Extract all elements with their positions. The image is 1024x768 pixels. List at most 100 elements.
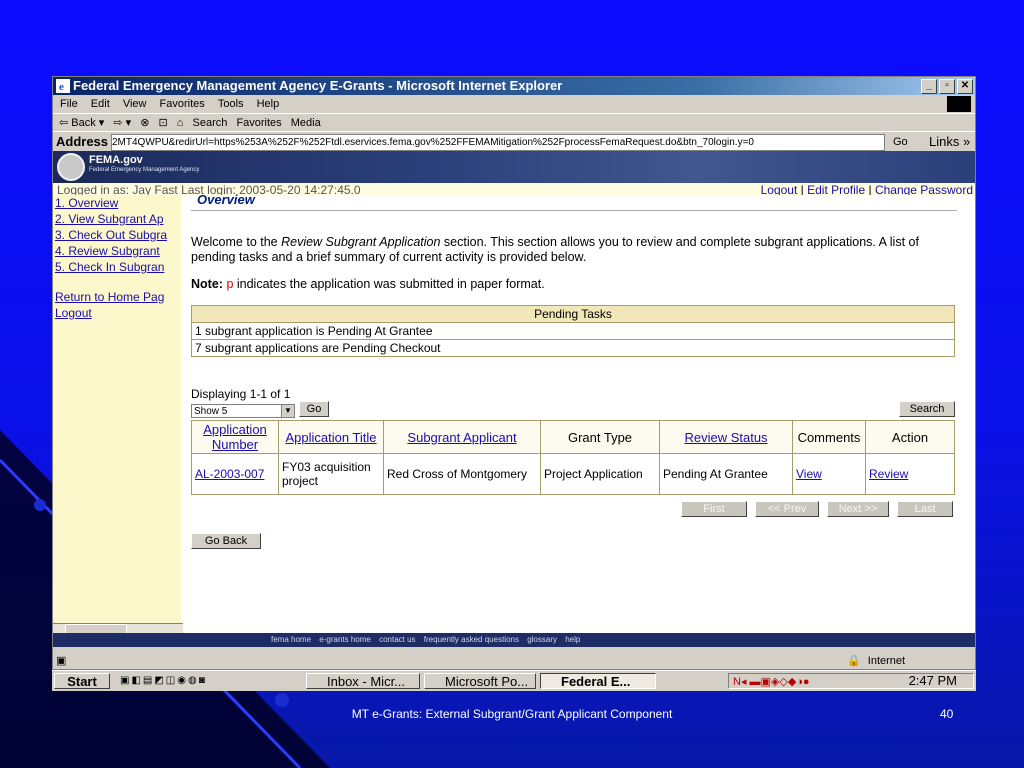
taskbar: Start ▣◧▤◩◫◉◍◙ Inbox - Micr... Microsoft… [52, 670, 976, 691]
slide-number: 40 [940, 707, 954, 721]
page-icon: ▣ [56, 655, 67, 667]
address-go-button[interactable]: Go [893, 132, 908, 152]
menu-favorites[interactable]: Favorites [160, 98, 205, 110]
column-comments: Comments [792, 420, 866, 454]
media-button[interactable]: Media [291, 117, 321, 129]
sidebar-item-review-subgrant[interactable]: 4. Review Subgrant [53, 243, 181, 259]
tray-icons: N◂ ▬▣◈◇◆◑● [733, 676, 810, 688]
grant-type: Project Application [540, 453, 660, 495]
displaying-count: Displaying 1-1 of 1 [191, 387, 291, 401]
menu-help[interactable]: Help [257, 98, 280, 110]
window-title: Federal Emergency Management Agency E-Gr… [73, 78, 563, 93]
system-tray: N◂ ▬▣◈◇◆◑● 2:47 PM [728, 673, 974, 689]
sidebar-item-check-out[interactable]: 3. Check Out Subgra [53, 227, 181, 243]
go-button[interactable]: Go [299, 401, 329, 417]
footer-help[interactable]: help [565, 635, 580, 644]
sidebar: 1. Overview 2. View Subgrant Ap 3. Check… [53, 195, 181, 633]
logout-link[interactable]: Logout [761, 183, 798, 195]
main-content: Overview Welcome to the Review Subgrant … [191, 192, 957, 633]
browser-window: e Federal Emergency Management Agency E-… [52, 76, 976, 670]
first-page-button[interactable]: First [681, 501, 747, 517]
edit-profile-link[interactable]: Edit Profile [807, 183, 865, 195]
application-title: FY03 acquisition project [278, 453, 384, 495]
task-federal-egrants[interactable]: Federal E... [540, 673, 656, 689]
menu-bar: File Edit View Favorites Tools Help [53, 95, 975, 113]
application-number-link[interactable]: AL-2003-007 [195, 467, 264, 481]
search-button[interactable]: Search [193, 117, 228, 129]
prev-page-button[interactable]: << Prev [755, 501, 819, 517]
sidebar-item-overview[interactable]: 1. Overview [53, 195, 181, 211]
review-link[interactable]: Review [869, 467, 908, 481]
view-comments-link[interactable]: View [796, 467, 822, 481]
pending-tasks-header: Pending Tasks [191, 305, 955, 323]
task-inbox[interactable]: Inbox - Micr... [306, 673, 420, 689]
links-button[interactable]: Links » [929, 132, 970, 152]
last-page-button[interactable]: Last [897, 501, 953, 517]
pending-task-row: 1 subgrant application is Pending At Gra… [191, 322, 955, 340]
back-button[interactable]: ⇦ Back ▾ [59, 117, 104, 129]
chevron-down-icon: ▼ [281, 405, 294, 417]
subgrant-applicant: Red Cross of Montgomery [383, 453, 541, 495]
change-password-link[interactable]: Change Password [875, 183, 973, 195]
go-back-button[interactable]: Go Back [191, 533, 261, 549]
footer-glossary[interactable]: glossary [527, 635, 557, 644]
task-powerpoint[interactable]: Microsoft Po... [424, 673, 536, 689]
address-input[interactable]: 2MT4QWPU&redirUrl=https%253A%252F%252Ftd… [111, 134, 885, 151]
quick-launch: ▣◧▤◩◫◉◍◙ [120, 675, 207, 686]
menu-edit[interactable]: Edit [91, 98, 110, 110]
title-bar: e Federal Emergency Management Agency E-… [53, 77, 975, 95]
sort-application-title[interactable]: Application Title [285, 430, 376, 445]
table-row: AL-2003-007 FY03 acquisition project Red… [191, 453, 955, 495]
home-button[interactable]: ⌂ [177, 117, 184, 129]
zone-label: Internet [867, 655, 906, 667]
sidebar-item-view-subgrant[interactable]: 2. View Subgrant Ap [53, 211, 181, 227]
footer-contact-us[interactable]: contact us [379, 635, 415, 644]
stop-button[interactable]: ⊗ [140, 117, 149, 129]
footer-egrants-home[interactable]: e-grants home [319, 635, 371, 644]
fema-banner: FEMA.gov Federal Emergency Management Ag… [53, 151, 975, 183]
lock-icon: 🔒 [847, 655, 861, 667]
page-size-select[interactable]: Show 5 ▼ [191, 404, 295, 418]
forward-button[interactable]: ⇨ ▾ [113, 117, 131, 129]
fema-logo[interactable]: FEMA.gov [89, 154, 143, 166]
web-page: FEMA.gov Federal Emergency Management Ag… [53, 151, 975, 633]
sort-application-number[interactable]: Application Number [203, 422, 267, 452]
windows-logo-icon [947, 96, 971, 112]
address-label: Address [56, 134, 109, 149]
fema-subtitle: Federal Emergency Management Agency [89, 167, 200, 173]
review-status: Pending At Grantee [659, 453, 793, 495]
footer-nav: fema home e-grants home contact us frequ… [53, 633, 975, 647]
sidebar-item-logout[interactable]: Logout [53, 305, 181, 321]
svg-text:e: e [59, 81, 64, 93]
sidebar-item-check-in[interactable]: 5. Check In Subgran [53, 259, 181, 275]
sort-review-status[interactable]: Review Status [684, 430, 767, 445]
favorites-button[interactable]: Favorites [236, 117, 281, 129]
menu-tools[interactable]: Tools [218, 98, 244, 110]
search-results-button[interactable]: Search [899, 401, 955, 417]
page-title: Overview [197, 192, 255, 207]
sort-subgrant-applicant[interactable]: Subgrant Applicant [407, 430, 516, 445]
close-button[interactable]: ✕ [957, 79, 973, 94]
minimize-button[interactable]: _ [921, 79, 937, 94]
pending-task-row: 7 subgrant applications are Pending Chec… [191, 339, 955, 357]
clock: 2:47 PM [908, 673, 957, 688]
next-page-button[interactable]: Next >> [827, 501, 889, 517]
browser-toolbar: ⇦ Back ▾ ⇨ ▾ ⊗ ⊡ ⌂ Search Favorites Medi… [53, 113, 975, 132]
footer-faq[interactable]: frequently asked questions [424, 635, 519, 644]
status-bar: ▣ 🔒 Internet [53, 653, 975, 669]
security-zone: 🔒 Internet [825, 653, 905, 669]
address-bar: Address 2MT4QWPU&redirUrl=https%253A%252… [53, 131, 975, 152]
footer-fema-home[interactable]: fema home [271, 635, 311, 644]
refresh-button[interactable]: ⊡ [159, 117, 168, 129]
column-grant-type: Grant Type [540, 420, 660, 454]
menu-file[interactable]: File [60, 98, 78, 110]
pending-tasks-table: Pending Tasks 1 subgrant application is … [191, 305, 955, 357]
start-button[interactable]: Start [54, 673, 110, 689]
menu-view[interactable]: View [123, 98, 147, 110]
column-action: Action [865, 420, 955, 454]
slide-footer: MT e-Grants: External Subgrant/Grant App… [351, 707, 673, 721]
maximize-button[interactable]: ▫ [939, 79, 955, 94]
sidebar-item-home[interactable]: Return to Home Pag [53, 289, 181, 305]
welcome-text: Welcome to the Review Subgrant Applicati… [191, 235, 919, 264]
note-text: Note: p indicates the application was su… [191, 277, 545, 291]
